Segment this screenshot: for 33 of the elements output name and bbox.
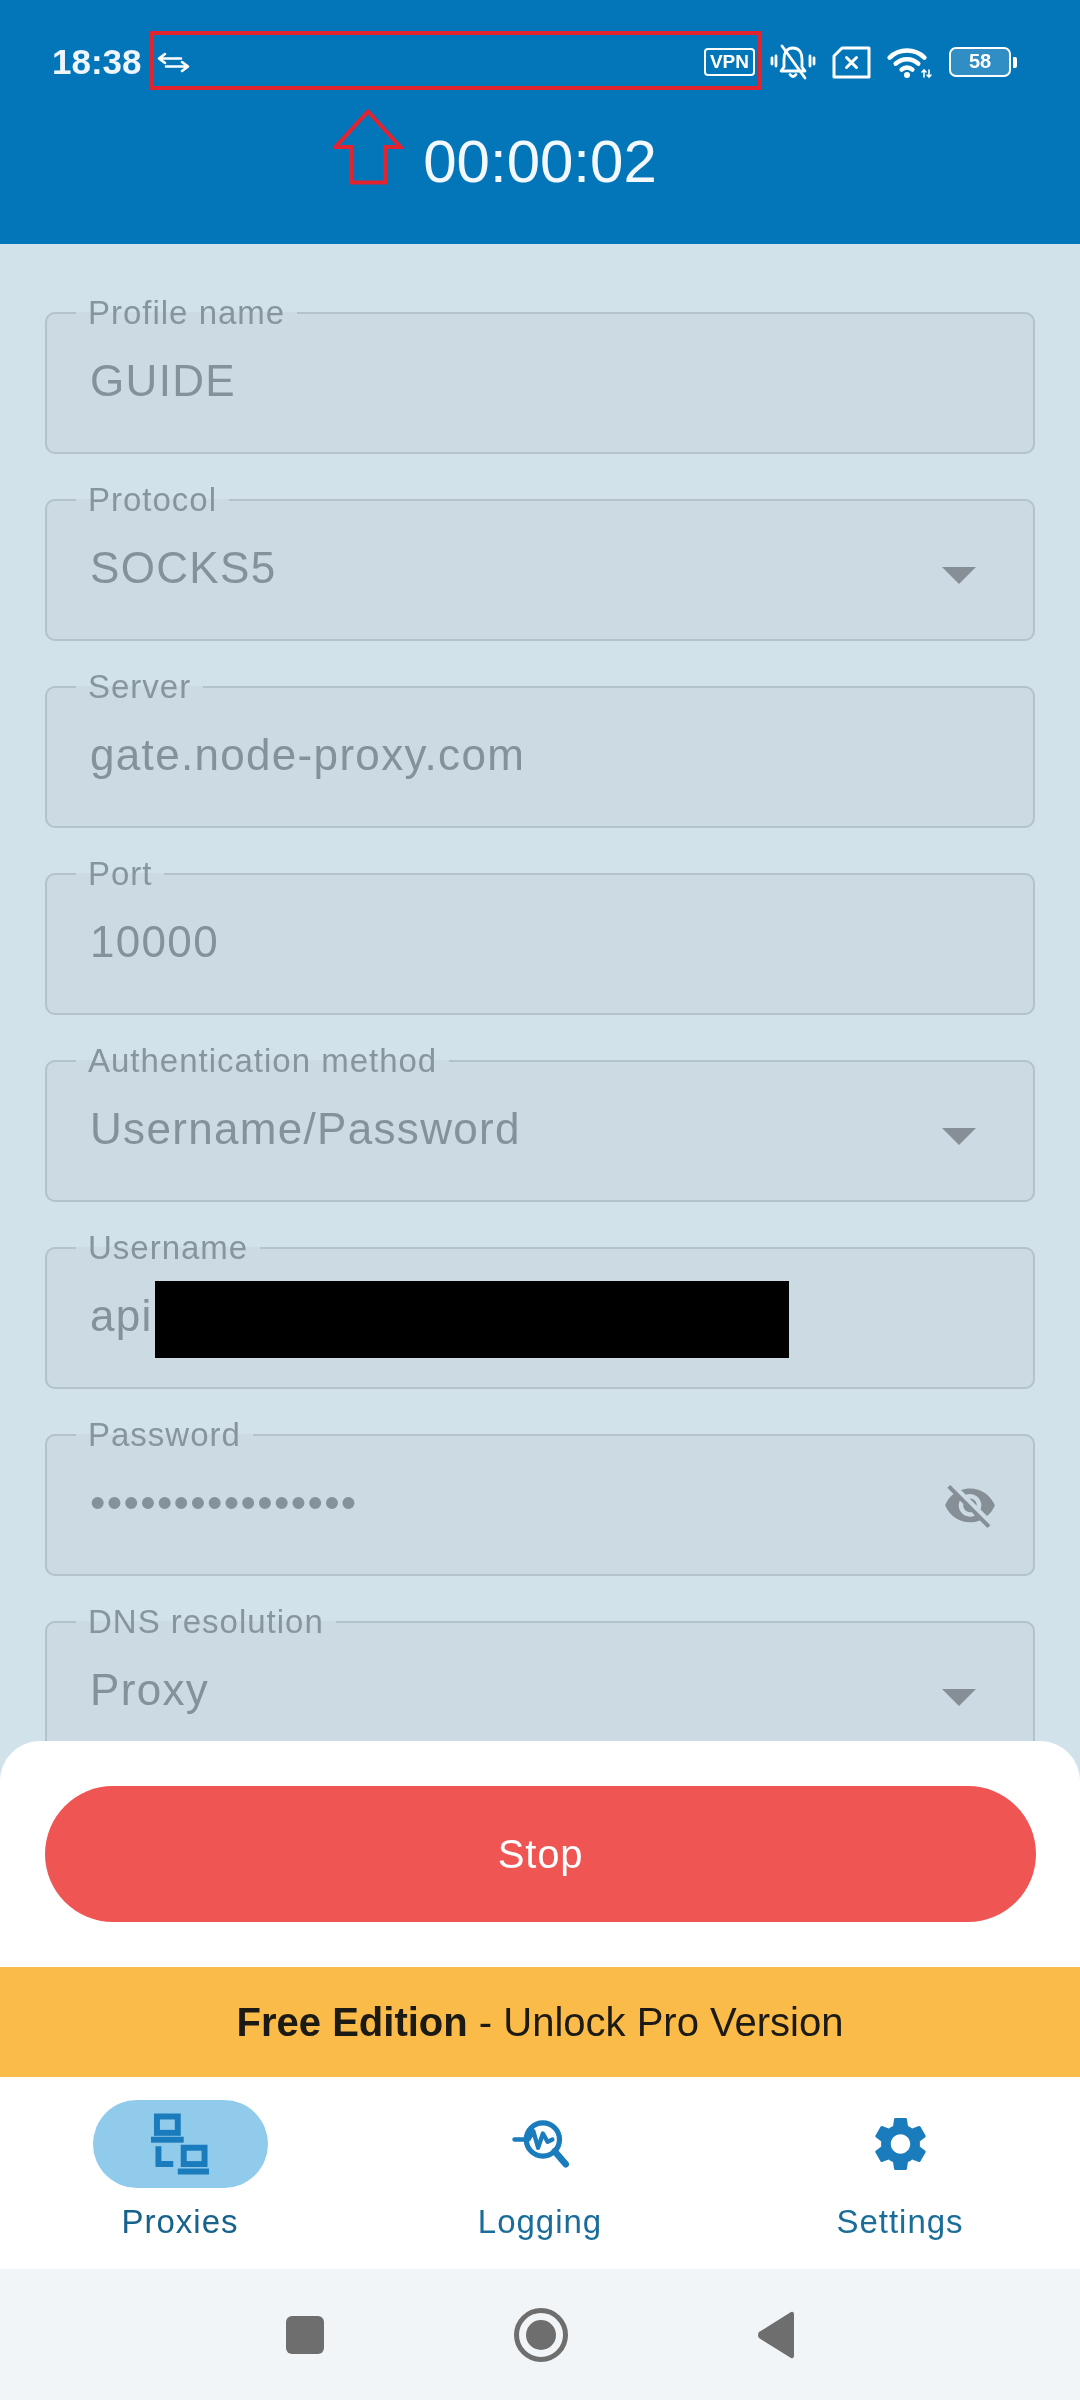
field-label: DNS resolution	[87, 1604, 325, 1640]
square-icon[interactable]	[286, 2315, 324, 2354]
field-value: api	[90, 1291, 153, 1341]
status-time: 18:38	[52, 42, 142, 82]
triangle-icon[interactable]	[757, 2310, 794, 2359]
field-label: Authentication method	[87, 1043, 439, 1079]
field-label: Protocol	[87, 482, 218, 518]
field-label: Password	[87, 1417, 242, 1453]
vpn-badge: VPN	[703, 48, 755, 76]
magnifier-pulse-icon	[511, 2120, 569, 2168]
field-value: Username/Password	[90, 1104, 521, 1154]
nav-tab[interactable]: Proxies	[92, 2077, 268, 2242]
circle-icon[interactable]	[514, 2307, 568, 2362]
muted-bell-icon	[770, 43, 816, 81]
field-value: ••••••••••••••••	[90, 1478, 358, 1528]
connection-timer: 00:00:02	[423, 132, 657, 192]
upgrade-banner[interactable]: Free Edition - Unlock Pro Version	[0, 1967, 1080, 2077]
sim-card-icon	[832, 45, 871, 79]
field-value: GUIDE	[90, 356, 236, 406]
settings-icon	[874, 2117, 926, 2171]
field-value: Proxy	[90, 1665, 210, 1715]
field-label: Port	[87, 856, 154, 892]
nav-tab[interactable]: Settings	[812, 2077, 988, 2242]
battery-indicator: 58	[949, 47, 1017, 77]
field-value: 10000	[90, 917, 219, 967]
stop-button[interactable]: Stop	[45, 1786, 1036, 1922]
field-label: Server	[87, 669, 193, 705]
field-label: Username	[87, 1230, 250, 1266]
nav-tab[interactable]: Logging	[452, 2077, 628, 2242]
swap-arrows-icon	[155, 51, 191, 73]
field-value: SOCKS5	[90, 543, 277, 593]
field-label: Profile name	[87, 295, 287, 331]
field-value: gate.node-proxy.com	[90, 730, 526, 780]
